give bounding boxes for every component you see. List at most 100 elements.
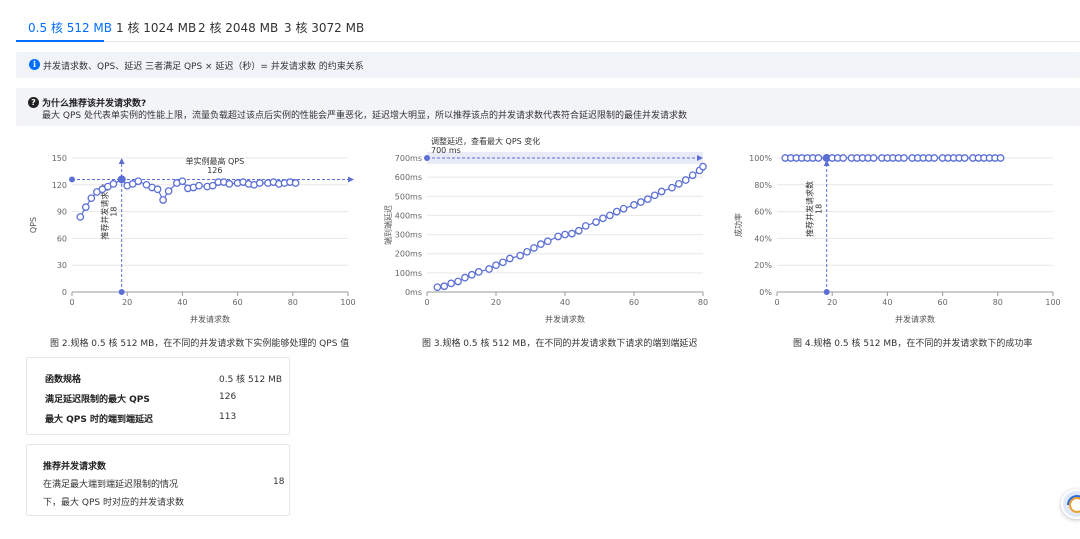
y-tick-label: 300ms (395, 231, 422, 240)
success-rate-chart: 0% 20% 40% 60% 80% 100% 0 20 40 60 80 100 并发请求数 成功率 推荐… (733, 130, 1065, 324)
tab-spec-0[interactable]: 0.5 核 512 MB (28, 19, 112, 36)
peak-qps-value: 126 (207, 166, 222, 175)
summary-value: 0.5 核 512 MB (219, 375, 283, 385)
x-axis-label: 并发请求数 (545, 314, 585, 324)
data-point (619, 204, 628, 213)
data-point (530, 244, 538, 252)
data-point (454, 277, 462, 286)
data-point (255, 179, 264, 187)
data-point (674, 179, 683, 188)
latency-chart: 0ms 100ms 200ms 300ms 400ms 500ms 600ms 700ms 0 2… (383, 130, 715, 324)
x-tick-label: 0 (69, 298, 74, 307)
y-tick-label: 80% (754, 181, 772, 190)
x-axis-label: 并发请求数 (190, 314, 230, 324)
x-tick-label: 100 (340, 298, 355, 307)
data-point (612, 207, 621, 216)
summary-key: 满足延迟限制的最大 QPS (45, 395, 150, 405)
y-tick-label: 120 (52, 181, 67, 190)
x-tick-label: 80 (698, 298, 708, 307)
constraint-info-bar: i 并发请求数、QPS、延迟 三者满足 QPS × 延迟（秒）= 并发请求数 的… (16, 52, 1080, 78)
info-icon: i (29, 59, 40, 70)
recommended-concurrency-desc-line2: 下，最大 QPS 时对应的并发请求数 (43, 498, 184, 508)
y-tick-label: 0 (62, 288, 67, 297)
data-point (681, 176, 690, 184)
y-tick-label: 100% (749, 154, 772, 163)
data-point (561, 230, 569, 239)
data-point (440, 282, 449, 291)
y-tick-label: 600ms (395, 173, 422, 182)
data-point (574, 226, 583, 235)
data-point (643, 195, 652, 204)
data-point (543, 237, 552, 246)
data-point (516, 251, 524, 260)
data-point (291, 179, 300, 187)
data-point (468, 270, 476, 279)
x-tick-label: 60 (233, 298, 243, 307)
tab-spec-1[interactable]: 1 核 1024 MB (116, 19, 196, 36)
data-point (599, 214, 607, 223)
x-tick-label: 40 (177, 298, 187, 307)
arrow-right-icon (348, 176, 354, 183)
data-point (930, 154, 939, 162)
y-tick-label: 60 (57, 234, 67, 243)
y-tick-label: 0ms (405, 288, 422, 297)
success-rate-chart-svg: 0% 20% 40% 60% 80% 100% 0 20 40 60 80 100 并发请求数 成功率 推荐… (733, 153, 1061, 324)
arrow-up-icon (118, 158, 125, 164)
data-point (814, 154, 823, 162)
rec-axis-marker (823, 289, 830, 295)
x-tick-label: 40 (882, 298, 892, 307)
latency-limit-value: 700 ms (431, 146, 461, 155)
assistant-face (1069, 497, 1080, 513)
assistant-avatar-icon[interactable] (1061, 489, 1080, 519)
data-point (225, 180, 234, 188)
data-point (492, 261, 500, 270)
data-point (447, 279, 456, 288)
qps-chart-svg: 0 30 60 90 120 150 0 20 40 60 80 100 并发请求数 QPS 单实例最高 Q… (29, 154, 356, 324)
peak-axis-marker (69, 176, 75, 183)
data-point (568, 229, 576, 238)
data-point (87, 194, 96, 203)
data-point (537, 240, 545, 248)
data-point (81, 203, 90, 211)
x-tick-label: 0 (774, 298, 779, 307)
y-tick-label: 0% (759, 288, 772, 297)
recommended-concurrency-title: 推荐并发请求数 (43, 462, 107, 472)
data-point (554, 232, 562, 241)
data-point (650, 191, 659, 200)
peak-qps-label: 单实例最高 QPS (185, 156, 244, 166)
latency-chart-svg: 0ms 100ms 200ms 300ms 400ms 500ms 600ms 700ms 0 2… (383, 136, 708, 324)
recommended-concurrency-card: 推荐并发请求数 在满足最大端到端延迟限制的情况 下，最大 QPS 时对应的并发请… (26, 444, 290, 516)
x-tick-label: 60 (938, 298, 948, 307)
summary-row: 满足延迟限制的最大 QPS 126 (45, 392, 236, 405)
data-point (637, 198, 645, 206)
active-tab-indicator (16, 40, 104, 42)
y-tick-label: 20% (754, 261, 772, 270)
recommended-concurrency-value: 18 (273, 477, 285, 487)
tab-spec-2[interactable]: 2 核 2048 MB (198, 19, 278, 36)
data-point (433, 283, 442, 292)
y-tick-label: 30 (57, 261, 67, 270)
data-point (485, 265, 493, 273)
data-point (606, 211, 614, 220)
y-tick-label: 500ms (395, 192, 422, 201)
data-point (630, 201, 638, 209)
y-tick-label: 90 (57, 208, 67, 217)
y-tick-label: 700ms (395, 154, 422, 163)
spec-tabs: 0.5 核 512 MB 1 核 1024 MB 2 核 2048 MB 3 核… (16, 0, 1080, 42)
data-point (839, 154, 848, 162)
x-tick-label: 20 (827, 298, 837, 307)
data-point (581, 222, 590, 230)
data-point (195, 181, 203, 190)
data-point (657, 187, 666, 196)
summary-key: 最大 QPS 时的端到端延迟 (45, 415, 153, 425)
question-icon: ? (28, 97, 39, 108)
data-point (869, 154, 878, 162)
success-rate-chart-caption: 图 4.规格 0.5 核 512 MB，在不同的并发请求数下的成功率 (793, 339, 1033, 349)
y-axis-label: QPS (29, 217, 38, 233)
recommended-concurrency-desc-line1: 在满足最大端到端延迟限制的情况 (43, 480, 179, 490)
y-axis-label: 成功率 (733, 213, 743, 237)
data-point (117, 175, 126, 184)
tab-spec-3[interactable]: 3 核 3072 MB (284, 19, 364, 36)
spec-summary-card: 函数规格 0.5 核 512 MB 满足延迟限制的最大 QPS 126 最大 Q… (26, 357, 290, 435)
x-tick-label: 100 (1045, 298, 1060, 307)
